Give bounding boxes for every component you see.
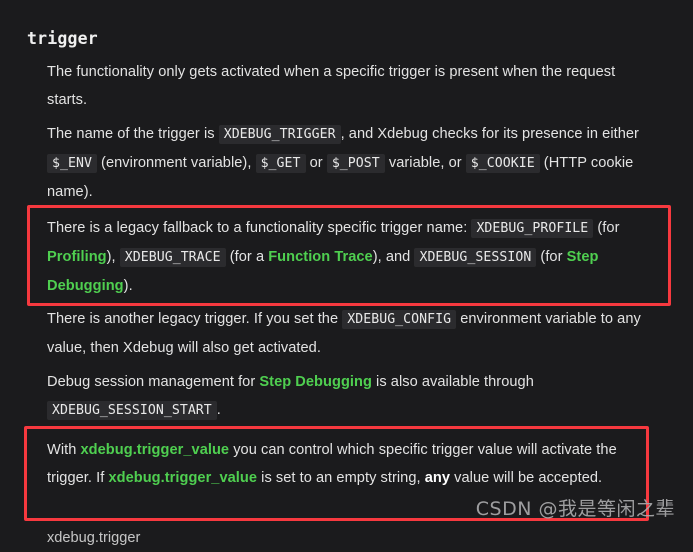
legacy-fallback-text-7: ). [123,278,133,294]
trigger-name-text-3: (environment variable), [96,155,256,171]
link-function-trace[interactable]: Function Trace [268,249,373,265]
link-xdebug-trigger-value-1[interactable]: xdebug.trigger_value [81,442,230,458]
emphasis-any: any [424,470,451,486]
trigger-name-text-4: or [305,155,327,171]
link-xdebug-trigger-value-2[interactable]: xdebug.trigger_value [108,470,257,486]
paragraph-trigger-name: The name of the trigger is XDEBUG_TRIGGE… [47,120,663,206]
legacy-fallback-text-1: There is a legacy fallback to a function… [47,220,472,236]
session-mgmt-text-2: is also available through [371,374,534,390]
legacy-fallback-text-5: ), and [372,249,415,265]
code-post-superglobal: $_POST [326,154,385,173]
legacy-fallback-text-3: ), [106,249,120,265]
paragraph-legacy-fallback: There is a legacy fallback to a function… [47,214,653,300]
paragraph-session-management: Debug session management for Step Debugg… [47,368,607,425]
code-xdebug-profile: XDEBUG_PROFILE [471,219,594,238]
legacy-config-text-1: There is another legacy trigger. If you … [47,311,343,327]
session-mgmt-text-3: . [216,402,221,418]
legacy-fallback-text-4: (for a [225,249,269,265]
link-profiling[interactable]: Profiling [47,249,107,265]
code-xdebug-session-start: XDEBUG_SESSION_START [47,401,217,420]
trigger-value-text-3: is set to an empty string, [257,470,425,486]
trigger-name-text-5: variable, or [384,155,466,171]
documentation-page: trigger The functionality only gets acti… [0,0,693,546]
code-xdebug-config: XDEBUG_CONFIG [342,310,457,329]
trigger-value-text-1: With [47,442,81,458]
code-get-superglobal: $_GET [255,154,306,173]
code-xdebug-session: XDEBUG_SESSION [414,248,537,267]
legacy-fallback-text-2: (for [593,220,620,236]
paragraph-intro: The functionality only gets activated wh… [47,58,647,114]
code-xdebug-trigger: XDEBUG_TRIGGER [218,125,341,144]
trigger-name-text-2: , and Xdebug checks for its presence in … [340,126,639,142]
clipped-next-section: xdebug.trigger [47,530,141,546]
page-title: trigger [27,29,98,49]
code-env-superglobal: $_ENV [47,154,97,173]
trigger-name-text-1: The name of the trigger is [47,126,219,142]
code-cookie-superglobal: $_COOKIE [465,154,540,173]
paragraph-trigger-value: With xdebug.trigger_value you can contro… [47,436,645,492]
legacy-fallback-text-6: (for [536,249,567,265]
csdn-watermark: CSDN @我是等闲之辈 [475,498,675,520]
code-xdebug-trace: XDEBUG_TRACE [119,248,226,267]
session-mgmt-text-1: Debug session management for [47,374,260,390]
paragraph-legacy-config: There is another legacy trigger. If you … [47,305,657,362]
link-step-debugging-2[interactable]: Step Debugging [259,374,372,390]
trigger-value-text-4: value will be accepted. [450,470,603,486]
intro-text: The functionality only gets activated wh… [47,64,616,108]
